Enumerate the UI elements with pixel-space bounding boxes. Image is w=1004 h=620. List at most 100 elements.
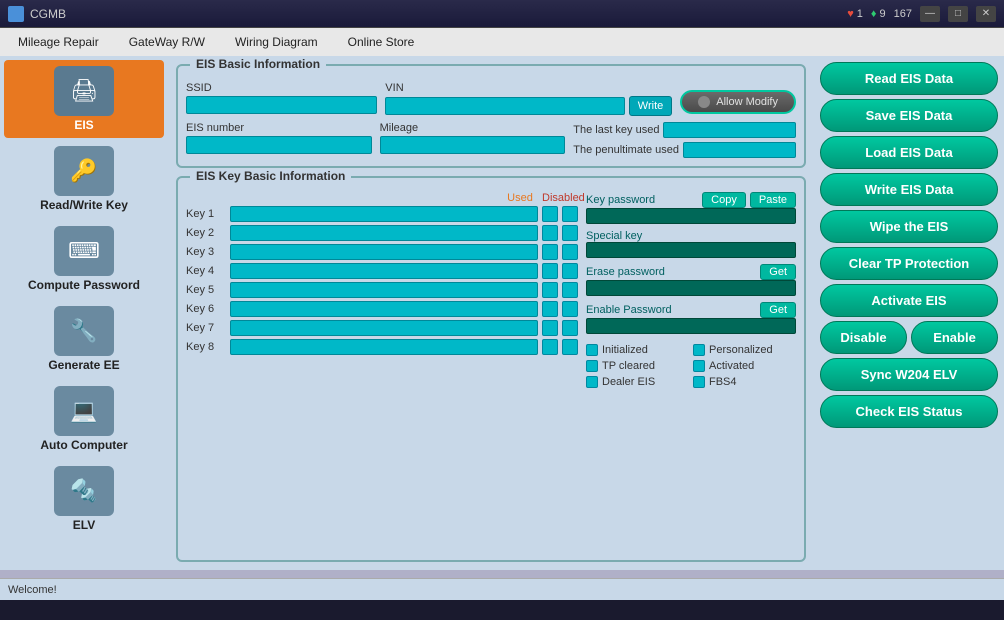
initialized-checkbox[interactable] bbox=[586, 344, 598, 356]
key-disabled-checkbox-1[interactable] bbox=[562, 206, 578, 222]
activated-checkbox[interactable] bbox=[693, 360, 705, 372]
sync-w204-elv-button[interactable]: Sync W204 ELV bbox=[820, 358, 998, 391]
eis-number-input[interactable] bbox=[186, 136, 372, 154]
auto-computer-icon: 💻 bbox=[54, 386, 114, 436]
key-bar-7[interactable] bbox=[230, 320, 538, 336]
eis-number-label: EIS number bbox=[186, 122, 372, 134]
diamond-icon: ♦ bbox=[871, 8, 877, 20]
key-disabled-checkbox-3[interactable] bbox=[562, 244, 578, 260]
key-bar-5[interactable] bbox=[230, 282, 538, 298]
maximize-button[interactable]: □ bbox=[948, 6, 968, 22]
key-bar-2[interactable] bbox=[230, 225, 538, 241]
copy-button[interactable]: Copy bbox=[702, 192, 746, 208]
compute-password-icon: ⌨ bbox=[54, 226, 114, 276]
clear-tp-protection-button[interactable]: Clear TP Protection bbox=[820, 247, 998, 280]
key-bar-8[interactable] bbox=[230, 339, 538, 355]
key-label-3: Key 3 bbox=[186, 246, 226, 258]
eis-basic-info-section: EIS Basic Information SSID VIN Write bbox=[176, 64, 806, 168]
key-used-checkbox-3[interactable] bbox=[542, 244, 558, 260]
close-button[interactable]: ✕ bbox=[976, 6, 996, 22]
write-eis-data-button[interactable]: Write EIS Data bbox=[820, 173, 998, 206]
sidebar-label-eis: EIS bbox=[74, 118, 93, 132]
special-key-field[interactable] bbox=[586, 242, 796, 258]
sidebar-item-auto-computer[interactable]: 💻 Auto Computer bbox=[4, 380, 164, 458]
key-bar-6[interactable] bbox=[230, 301, 538, 317]
activated-label: Activated bbox=[709, 360, 754, 372]
heart-icon: ♥ bbox=[847, 8, 854, 20]
right-sidebar: Read EIS Data Save EIS Data Load EIS Dat… bbox=[814, 56, 1004, 570]
key-used-checkbox-7[interactable] bbox=[542, 320, 558, 336]
menu-online-store[interactable]: Online Store bbox=[334, 31, 429, 53]
mileage-input[interactable] bbox=[380, 136, 566, 154]
minimize-button[interactable]: — bbox=[920, 6, 940, 22]
key-row: Key 8 bbox=[186, 339, 578, 355]
eis-icon: 🖨 bbox=[54, 66, 114, 116]
sidebar-item-read-write-key[interactable]: 🔑 Read/Write Key bbox=[4, 140, 164, 218]
key-used-checkbox-1[interactable] bbox=[542, 206, 558, 222]
key-row: Key 1 bbox=[186, 206, 578, 222]
key-disabled-checkbox-6[interactable] bbox=[562, 301, 578, 317]
status-message: Welcome! bbox=[8, 584, 57, 596]
key-row: Key 3 bbox=[186, 244, 578, 260]
read-eis-data-button[interactable]: Read EIS Data bbox=[820, 62, 998, 95]
sidebar-item-compute-password[interactable]: ⌨ Compute Password bbox=[4, 220, 164, 298]
personalized-checkbox[interactable] bbox=[693, 344, 705, 356]
erase-get-button[interactable]: Get bbox=[760, 264, 796, 280]
menu-wiring-diagram[interactable]: Wiring Diagram bbox=[221, 31, 332, 53]
key-label-4: Key 4 bbox=[186, 265, 226, 277]
title-bar: CGMB ♥ 1 ♦ 9 167 — □ ✕ bbox=[0, 0, 1004, 28]
vin-input[interactable] bbox=[385, 97, 624, 115]
key-row: Key 2 bbox=[186, 225, 578, 241]
save-eis-data-button[interactable]: Save EIS Data bbox=[820, 99, 998, 132]
key-used-checkbox-5[interactable] bbox=[542, 282, 558, 298]
key-bar-3[interactable] bbox=[230, 244, 538, 260]
scrollbar[interactable] bbox=[0, 570, 1004, 578]
key-password-field[interactable] bbox=[586, 208, 796, 224]
key-disabled-checkbox-2[interactable] bbox=[562, 225, 578, 241]
enable-button[interactable]: Enable bbox=[911, 321, 998, 354]
key-disabled-checkbox-5[interactable] bbox=[562, 282, 578, 298]
wipe-eis-button[interactable]: Wipe the EIS bbox=[820, 210, 998, 243]
ssid-input[interactable] bbox=[186, 96, 377, 114]
key-disabled-checkbox-4[interactable] bbox=[562, 263, 578, 279]
key-used-checkbox-6[interactable] bbox=[542, 301, 558, 317]
key-used-checkbox-8[interactable] bbox=[542, 339, 558, 355]
paste-button[interactable]: Paste bbox=[750, 192, 796, 208]
key-used-checkbox-4[interactable] bbox=[542, 263, 558, 279]
key-used-checkbox-2[interactable] bbox=[542, 225, 558, 241]
key-disabled-checkbox-7[interactable] bbox=[562, 320, 578, 336]
disable-button[interactable]: Disable bbox=[820, 321, 907, 354]
vin-label: VIN bbox=[385, 82, 672, 94]
app-icon bbox=[8, 6, 24, 22]
fbs4-checkbox[interactable] bbox=[693, 376, 705, 388]
activate-eis-button[interactable]: Activate EIS bbox=[820, 284, 998, 317]
enable-password-field[interactable] bbox=[586, 318, 796, 334]
check-eis-status-button[interactable]: Check EIS Status bbox=[820, 395, 998, 428]
menu-gateway-rw[interactable]: GateWay R/W bbox=[115, 31, 219, 53]
key-bar-4[interactable] bbox=[230, 263, 538, 279]
mileage-label: Mileage bbox=[380, 122, 566, 134]
key-label-8: Key 8 bbox=[186, 341, 226, 353]
allow-modify-button[interactable]: Allow Modify bbox=[680, 90, 796, 114]
dealer-eis-checkbox[interactable] bbox=[586, 376, 598, 388]
key-disabled-checkbox-8[interactable] bbox=[562, 339, 578, 355]
sidebar-label-compute-password: Compute Password bbox=[28, 278, 140, 292]
tp-cleared-checkbox[interactable] bbox=[586, 360, 598, 372]
menu-mileage-repair[interactable]: Mileage Repair bbox=[4, 31, 113, 53]
key-row: Key 4 bbox=[186, 263, 578, 279]
enable-password-label: Enable Password bbox=[586, 304, 756, 316]
sidebar-item-eis[interactable]: 🖨 EIS bbox=[4, 60, 164, 138]
key-bar-1[interactable] bbox=[230, 206, 538, 222]
sidebar-item-generate-ee[interactable]: 🔧 Generate EE bbox=[4, 300, 164, 378]
load-eis-data-button[interactable]: Load EIS Data bbox=[820, 136, 998, 169]
write-button[interactable]: Write bbox=[629, 96, 672, 116]
enable-get-button[interactable]: Get bbox=[760, 302, 796, 318]
sidebar-item-elv[interactable]: 🔩 ELV bbox=[4, 460, 164, 538]
erase-password-field[interactable] bbox=[586, 280, 796, 296]
fbs4-label: FBS4 bbox=[709, 376, 737, 388]
sidebar-label-elv: ELV bbox=[73, 518, 95, 532]
ssid-label: SSID bbox=[186, 82, 377, 94]
key-row: Key 7 bbox=[186, 320, 578, 336]
special-key-label: Special key bbox=[586, 230, 796, 242]
main-layout: 🖨 EIS 🔑 Read/Write Key ⌨ Compute Passwor… bbox=[0, 56, 1004, 570]
